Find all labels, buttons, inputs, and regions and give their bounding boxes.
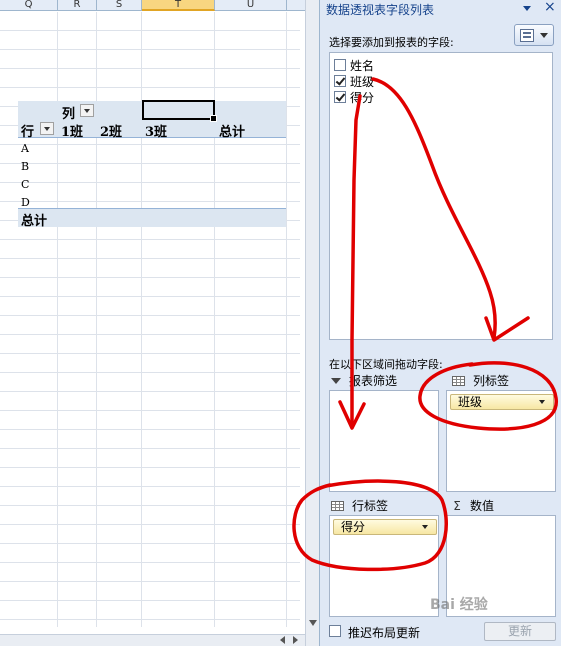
- column-header-s[interactable]: S: [97, 0, 142, 11]
- field-label: 姓名: [350, 58, 375, 73]
- field-checkbox[interactable]: [334, 91, 346, 103]
- layout-icon: [520, 29, 534, 42]
- values-zone-label: 数值: [470, 499, 495, 513]
- row-table-icon: [331, 500, 344, 511]
- pivot-grand-total-header: 总计: [219, 125, 246, 140]
- filter-zone-label: 报表筛选: [349, 374, 398, 388]
- pane-options-chevron-icon[interactable]: [522, 3, 532, 13]
- column-header-t[interactable]: T: [142, 0, 215, 11]
- pivot-row-item: B: [21, 160, 30, 173]
- field-label: 班级: [350, 74, 375, 89]
- grid-line: [286, 12, 287, 627]
- update-button[interactable]: 更新: [484, 622, 556, 641]
- pivot-column-label: 列: [62, 107, 76, 122]
- values-zone-header: Σ 数值: [450, 497, 494, 514]
- spreadsheet-area: Q R S T U 列 行 1班 2班 3班 总计 A B C D 总计: [0, 0, 305, 646]
- defer-update-checkbox[interactable]: [329, 625, 341, 637]
- pivot-field-list-pane: 数据透视表字段列表 × 选择要添加到报表的字段: 姓名 班级 得分 在以下区域间…: [319, 0, 561, 646]
- defer-update-label: 推迟布局更新: [348, 626, 421, 640]
- column-label-dropdown[interactable]: [80, 104, 94, 117]
- pivot-grand-total-row: 总计: [21, 214, 48, 229]
- pivot-total-band: [18, 209, 286, 227]
- field-item-name[interactable]: 姓名: [334, 57, 374, 73]
- column-header-r[interactable]: R: [58, 0, 97, 11]
- column-header-u[interactable]: U: [215, 0, 287, 11]
- row-label-dropdown[interactable]: [40, 122, 54, 135]
- pane-title: 数据透视表字段列表: [326, 3, 435, 17]
- row-field-chip[interactable]: 得分: [333, 519, 437, 535]
- columns-drop-zone[interactable]: 班级: [446, 390, 556, 492]
- choose-fields-label: 选择要添加到报表的字段:: [329, 36, 454, 49]
- pivot-row-item: C: [21, 178, 30, 191]
- vertical-scrollbar[interactable]: [305, 0, 319, 646]
- field-label: 得分: [350, 90, 375, 105]
- field-layout-button[interactable]: [514, 24, 554, 46]
- selected-cell[interactable]: [142, 100, 217, 122]
- chevron-down-icon: [540, 33, 548, 38]
- field-item-class[interactable]: 班级: [334, 73, 374, 89]
- field-checkbox[interactable]: [334, 75, 346, 87]
- columns-zone-header: 列标签: [452, 372, 509, 389]
- pivot-total-divider: [18, 208, 286, 209]
- funnel-icon: [331, 377, 341, 384]
- pivot-row-label: 行: [21, 125, 35, 140]
- column-header-q[interactable]: Q: [0, 0, 58, 11]
- close-icon[interactable]: ×: [544, 0, 556, 15]
- pivot-row-item: D: [21, 196, 30, 209]
- scroll-right-icon: [293, 636, 298, 644]
- columns-zone-label: 列标签: [473, 374, 510, 388]
- rows-zone-label: 行标签: [352, 499, 389, 513]
- sigma-icon: Σ: [453, 498, 461, 513]
- column-field-chip[interactable]: 班级: [450, 394, 554, 410]
- filter-zone-header: 报表筛选: [331, 372, 397, 389]
- rows-zone-header: 行标签: [331, 497, 388, 514]
- scroll-down-icon: [309, 620, 317, 626]
- field-item-score[interactable]: 得分: [334, 89, 374, 105]
- pivot-row-item: A: [21, 142, 29, 155]
- column-header-bar: Q R S T U: [0, 0, 305, 11]
- horizontal-scrollbar[interactable]: [0, 634, 305, 646]
- pivot-col-header-3: 3班: [145, 125, 168, 140]
- field-checkbox[interactable]: [334, 59, 346, 71]
- watermark: Bai 经验: [430, 597, 488, 613]
- pivot-col-header-2: 2班: [100, 125, 123, 140]
- filter-drop-zone[interactable]: [329, 390, 439, 492]
- drag-fields-label: 在以下区域间拖动字段:: [329, 358, 443, 371]
- column-table-icon: [452, 375, 465, 386]
- field-list-box: 姓名 班级 得分: [329, 52, 553, 340]
- rows-drop-zone[interactable]: 得分: [329, 515, 439, 617]
- scroll-left-icon: [280, 636, 285, 644]
- pivot-col-header-1: 1班: [61, 125, 84, 140]
